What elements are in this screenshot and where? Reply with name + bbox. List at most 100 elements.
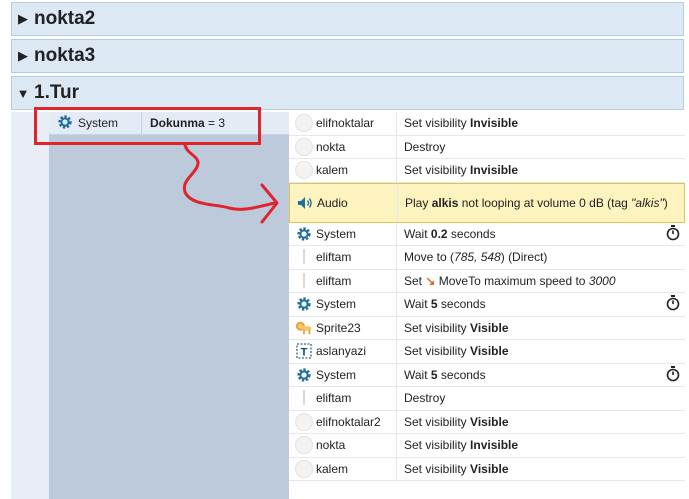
action-row[interactable]: Taslanyazi Set visibility Visible	[289, 340, 685, 364]
action-text-part: MoveTo maximum speed to	[435, 273, 589, 288]
action-row[interactable]: kalem Set visibility Visible	[289, 457, 685, 481]
action-row[interactable]: eliftam Set ↘ MoveTo maximum speed to 300…	[289, 269, 685, 293]
gear-icon	[295, 225, 313, 243]
action-row[interactable]: System Wait 5 seconds	[289, 293, 685, 317]
action-text: Set ↘ MoveTo maximum speed to 3000	[397, 273, 685, 289]
circle-icon	[295, 114, 313, 133]
action-object: kalem	[289, 159, 397, 182]
action-object: nokta	[289, 434, 397, 457]
action-text-part: seconds	[437, 367, 486, 382]
action-row[interactable]: kalem Set visibility Invisible	[289, 159, 685, 183]
action-text-part: Invisible	[470, 116, 519, 131]
action-row[interactable]: eliftam Destroy	[289, 387, 685, 411]
stopwatch-icon	[666, 365, 680, 384]
action-row[interactable]: elifnoktalar2 Set visibility Visible	[289, 410, 685, 434]
action-text-part: Set visibility	[404, 414, 471, 429]
action-text: Set visibility Invisible	[397, 115, 685, 131]
circle-icon	[295, 459, 313, 478]
action-object-name: eliftam	[316, 273, 352, 288]
action-text-part: Visible	[470, 344, 509, 359]
action-object-name: Audio	[317, 195, 348, 210]
group-title: nokta2	[34, 8, 96, 29]
action-text-part: Wait	[404, 226, 431, 241]
action-row[interactable]: Audio Play alkis not looping at volume 0 …	[289, 182, 685, 223]
action-text-part: Wait	[404, 367, 431, 382]
action-text-part: Set visibility	[404, 461, 471, 476]
stopwatch-icon	[666, 295, 680, 314]
action-text: Destroy	[397, 139, 685, 155]
action-text-part: ) (Direct)	[500, 250, 548, 265]
action-text-part: Set visibility	[404, 344, 471, 359]
action-text-part: 5	[430, 367, 438, 382]
action-text-part: Visible	[470, 414, 509, 429]
action-text: Set visibility Visible	[397, 320, 685, 336]
action-object-name: nokta	[316, 438, 346, 453]
action-object-name: System	[316, 367, 357, 382]
gear-icon	[295, 366, 313, 384]
expand-triangle-icon[interactable]: ▶	[12, 48, 34, 64]
action-text: Set visibility Visible	[397, 414, 685, 430]
lion-icon	[295, 319, 313, 337]
action-object: System	[289, 293, 397, 316]
action-text: Play alkis not looping at volume 0 dB (t…	[398, 195, 684, 211]
action-text-part: Visible	[470, 320, 509, 335]
action-row[interactable]: nokta Destroy	[289, 135, 685, 159]
action-row[interactable]: System Wait 5 seconds	[289, 363, 685, 387]
group-1-tur[interactable]: ▼ 1.Tur	[11, 76, 684, 110]
action-object-name: nokta	[316, 139, 346, 154]
action-row[interactable]: eliftam Move to (785, 548) (Direct)	[289, 246, 685, 270]
text-object-icon: T	[295, 342, 313, 360]
group-title: 1.Tur	[34, 82, 80, 103]
action-text-part: Move to (	[404, 250, 455, 265]
action-text: Wait 5 seconds	[397, 296, 685, 312]
action-object: System	[289, 363, 397, 386]
action-object: Sprite23	[289, 316, 397, 339]
action-text-part: Play	[405, 195, 432, 210]
stopwatch-icon	[666, 224, 680, 243]
action-text-part: Set visibility	[404, 116, 471, 131]
pencil-icon	[295, 389, 313, 407]
action-object: eliftam	[289, 246, 397, 269]
action-text-part: Destroy	[404, 139, 446, 154]
pencil-icon	[295, 248, 313, 266]
action-object-name: aslanyazi	[316, 344, 367, 359]
action-object-name: eliftam	[316, 391, 352, 406]
action-object-name: Sprite23	[316, 320, 361, 335]
action-text-part: Set visibility	[404, 163, 471, 178]
action-object-name: System	[316, 226, 357, 241]
gear-icon	[295, 295, 313, 313]
action-object: Taslanyazi	[289, 340, 397, 363]
action-text-part: Set	[404, 273, 426, 288]
group-nokta3[interactable]: ▶ nokta3	[11, 39, 684, 73]
action-row[interactable]: nokta Set visibility Invisible	[289, 434, 685, 458]
action-row[interactable]: elifnoktalar Set visibility Invisible	[289, 112, 685, 136]
circle-icon	[295, 137, 313, 156]
action-text-part: alkis	[431, 195, 459, 210]
action-row[interactable]: System Wait 0.2 seconds	[289, 222, 685, 246]
action-object-name: elifnoktalar2	[316, 414, 381, 429]
action-row[interactable]: Sprite23 Set visibility Visible	[289, 316, 685, 340]
action-text-part: 785, 548	[454, 250, 501, 265]
action-object: elifnoktalar	[289, 112, 397, 135]
action-object-name: eliftam	[316, 250, 352, 265]
action-text-part: Wait	[404, 297, 431, 312]
action-object: eliftam	[289, 269, 397, 292]
group-nokta2[interactable]: ▶ nokta2	[11, 2, 684, 36]
action-text: Set visibility Visible	[397, 461, 685, 477]
collapse-triangle-icon[interactable]: ▼	[12, 86, 34, 101]
action-object-name: kalem	[316, 163, 349, 178]
action-text-part: Invisible	[470, 163, 519, 178]
pencil-icon	[295, 272, 313, 290]
action-text: Set visibility Invisible	[397, 437, 685, 453]
action-text-part: seconds	[437, 297, 486, 312]
action-text-part: Destroy	[404, 391, 446, 406]
expand-triangle-icon[interactable]: ▶	[12, 11, 34, 27]
moveto-behavior-icon: ↘	[425, 273, 436, 288]
action-object: nokta	[289, 135, 397, 158]
action-object: kalem	[289, 457, 397, 480]
action-text: Destroy	[397, 390, 685, 406]
group-title: nokta3	[34, 45, 96, 66]
action-text-part: 3000	[588, 273, 616, 288]
action-text-part: Visible	[470, 461, 509, 476]
event-margin[interactable]	[11, 112, 50, 499]
